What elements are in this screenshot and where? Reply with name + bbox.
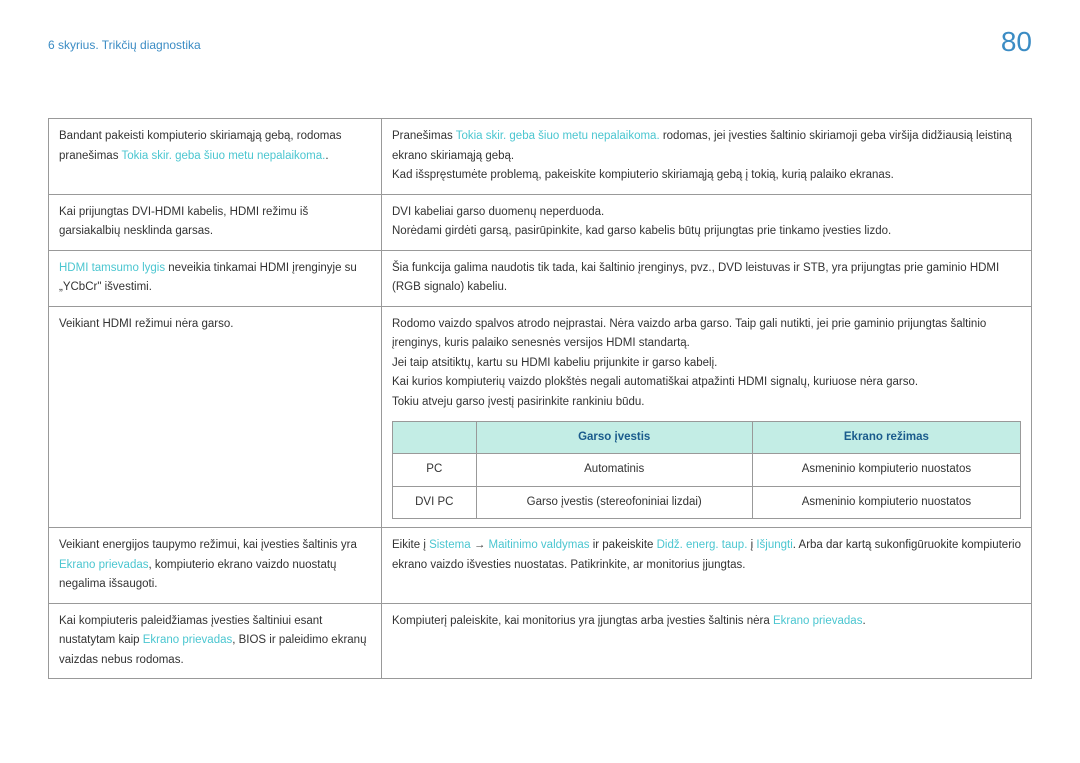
port-link: Ekrano prievadas: [773, 615, 863, 627]
issue-cell: Veikiant energijos taupymo režimui, kai …: [49, 528, 382, 604]
audio-mode-table: Garso įvestis Ekrano režimas PC Automati…: [392, 421, 1021, 520]
solution-cell: Pranešimas Tokia skir. geba šiuo metu ne…: [382, 119, 1032, 195]
solution-cell: Eikite į Sistema → Maitinimo valdymas ir…: [382, 528, 1032, 604]
table-row: Kai prijungtas DVI-HDMI kabelis, HDMI re…: [49, 194, 1032, 250]
message-link: Tokia skir. geba šiuo metu nepalaikoma.: [456, 130, 660, 142]
issue-cell: Kai kompiuteris paleidžiamas įvesties ša…: [49, 603, 382, 679]
value-link: Išjungti: [756, 539, 792, 551]
solution-cell: DVI kabeliai garso duomenų neperduoda. N…: [382, 194, 1032, 250]
issue-cell: Veikiant HDMI režimui nėra garso.: [49, 306, 382, 527]
table-header: Garso įvestis: [476, 421, 752, 454]
table-row: Kai kompiuteris paleidžiamas įvesties ša…: [49, 603, 1032, 679]
table-row: Veikiant HDMI režimui nėra garso. Rodomo…: [49, 306, 1032, 527]
setting-link: Didž. energ. taup.: [657, 539, 748, 551]
menu-link: Sistema: [429, 539, 471, 551]
page-header: 6 skyrius. Trikčių diagnostika 80: [48, 38, 1032, 58]
setting-link: HDMI tamsumo lygis: [59, 262, 165, 274]
table-header: [393, 421, 477, 454]
port-link: Ekrano prievadas: [59, 559, 149, 571]
table-row: Veikiant energijos taupymo režimui, kai …: [49, 528, 1032, 604]
issue-cell: Bandant pakeisti kompiuterio skiriamąją …: [49, 119, 382, 195]
message-link: Tokia skir. geba šiuo metu nepalaikoma.: [121, 150, 325, 162]
issue-cell: HDMI tamsumo lygis neveikia tinkamai HDM…: [49, 250, 382, 306]
page-number: 80: [1001, 26, 1032, 58]
table-header: Ekrano režimas: [752, 421, 1020, 454]
solution-cell: Šia funkcija galima naudotis tik tada, k…: [382, 250, 1032, 306]
table-row: DVI PC Garso įvestis (stereofoniniai liz…: [393, 486, 1021, 519]
troubleshooting-table: Bandant pakeisti kompiuterio skiriamąją …: [48, 118, 1032, 679]
table-row: HDMI tamsumo lygis neveikia tinkamai HDM…: [49, 250, 1032, 306]
menu-link: Maitinimo valdymas: [489, 539, 590, 551]
port-link: Ekrano prievadas: [143, 634, 233, 646]
solution-cell: Rodomo vaizdo spalvos atrodo neįprastai.…: [382, 306, 1032, 527]
solution-cell: Kompiuterį paleiskite, kai monitorius yr…: [382, 603, 1032, 679]
table-row: Bandant pakeisti kompiuterio skiriamąją …: [49, 119, 1032, 195]
table-row: PC Automatinis Asmeninio kompiuterio nuo…: [393, 454, 1021, 487]
chapter-label: 6 skyrius. Trikčių diagnostika: [48, 38, 201, 52]
issue-cell: Kai prijungtas DVI-HDMI kabelis, HDMI re…: [49, 194, 382, 250]
